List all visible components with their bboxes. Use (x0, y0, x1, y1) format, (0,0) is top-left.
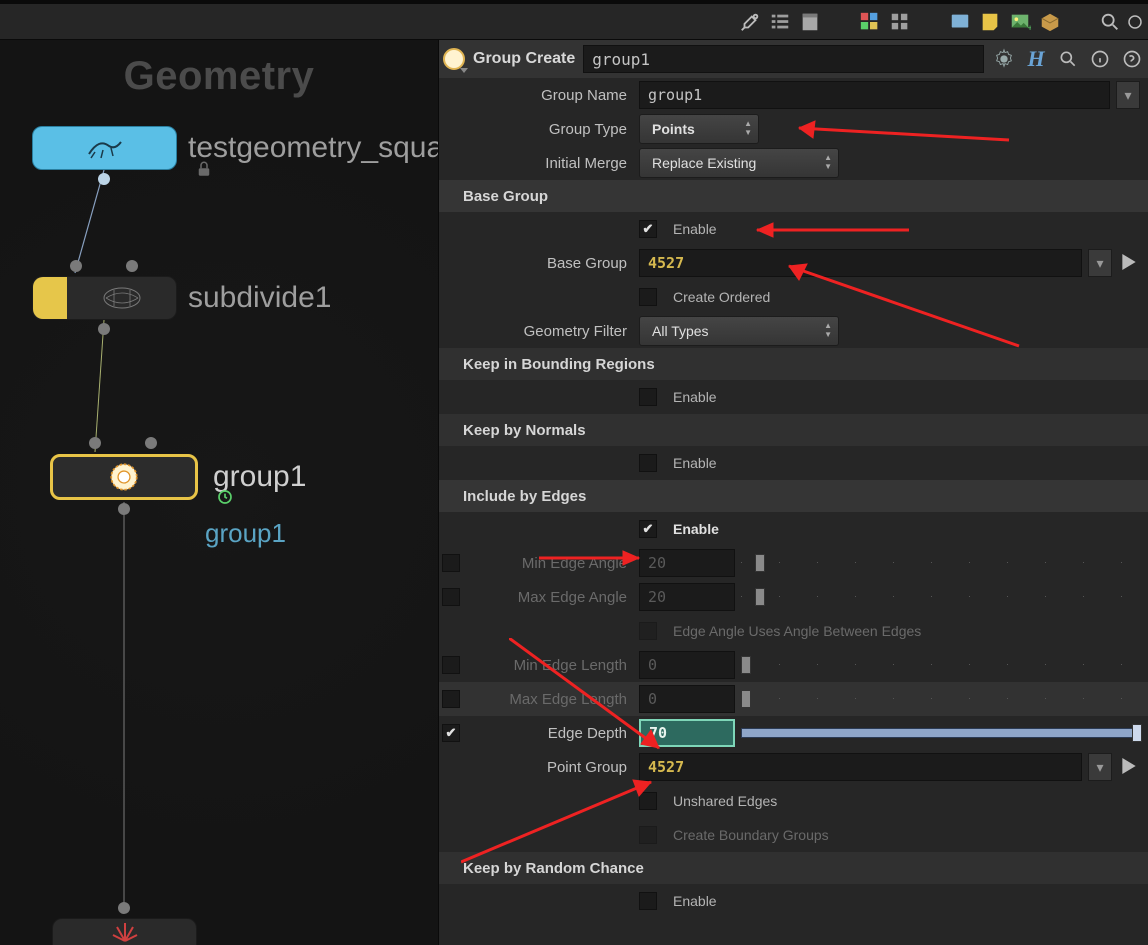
label-max-edge-angle: Max Edge Angle (463, 589, 639, 606)
gear-icon[interactable] (992, 47, 1016, 71)
label-initial-merge: Initial Merge (439, 155, 639, 172)
label-min-edge-angle: Min Edge Angle (463, 555, 639, 572)
svg-text:+: + (1027, 23, 1031, 33)
node-subdivide[interactable]: subdivide1 (32, 276, 177, 320)
base-group-input[interactable] (639, 249, 1082, 277)
time-dependent-icon (217, 489, 233, 508)
min-edge-angle-slider[interactable] (741, 554, 1140, 572)
search-icon[interactable] (1096, 8, 1124, 36)
normals-enable-label: Enable (673, 455, 717, 471)
min-edge-length-toggle[interactable] (442, 656, 460, 674)
point-group-input[interactable] (639, 753, 1082, 781)
bounding-enable-checkbox[interactable] (639, 388, 657, 406)
max-edge-length-input[interactable] (639, 685, 735, 713)
top-toolbar: + (0, 0, 1148, 40)
edge-depth-slider[interactable] (741, 724, 1140, 742)
section-bounding[interactable]: Keep in Bounding Regions (439, 348, 1148, 380)
operator-type-icon[interactable] (443, 48, 465, 70)
normals-enable-checkbox[interactable] (639, 454, 657, 472)
max-edge-length-slider[interactable] (741, 690, 1140, 708)
edges-enable-label: Enable (673, 521, 719, 537)
group-type-value: Points (652, 121, 695, 137)
sticky-note-icon[interactable] (976, 8, 1004, 36)
min-edge-length-input[interactable] (639, 651, 735, 679)
tree-icon[interactable] (766, 8, 794, 36)
max-edge-angle-input[interactable] (639, 583, 735, 611)
min-edge-length-slider[interactable] (741, 656, 1140, 674)
info-icon[interactable] (1088, 47, 1112, 71)
image-icon[interactable]: + (1006, 8, 1034, 36)
search-param-icon[interactable] (1056, 47, 1080, 71)
max-edge-length-toggle[interactable] (442, 690, 460, 708)
package-icon[interactable] (1036, 8, 1064, 36)
label-group-name: Group Name (439, 87, 639, 104)
network-view[interactable]: Geometry testgeometry_squa subdivide1 (0, 40, 438, 945)
point-group-menu[interactable]: ▾ (1088, 753, 1112, 781)
boundary-groups-label: Create Boundary Groups (673, 827, 829, 843)
help-icon[interactable] (1120, 47, 1144, 71)
min-edge-angle-input[interactable] (639, 549, 735, 577)
label-base-group: Base Group (439, 255, 639, 272)
group-name-input[interactable] (639, 81, 1110, 109)
random-enable-label: Enable (673, 893, 717, 909)
initial-merge-value: Replace Existing (652, 155, 756, 171)
spreadsheet-icon[interactable] (796, 8, 824, 36)
unshared-edges-checkbox[interactable] (639, 792, 657, 810)
label-geometry-filter: Geometry Filter (439, 323, 639, 340)
label-edge-depth: Edge Depth (463, 725, 639, 742)
section-edges[interactable]: Include by Edges (439, 480, 1148, 512)
group-visualizer-label: group1 (205, 518, 286, 549)
section-normals[interactable]: Keep by Normals (439, 414, 1148, 446)
parameter-panel: Group Create H Group Name ▾ Group Type P… (438, 40, 1148, 945)
point-group-select-icon[interactable] (1122, 758, 1140, 777)
operator-type-label: Group Create (473, 50, 575, 68)
base-group-menu[interactable]: ▾ (1088, 249, 1112, 277)
label-group-type: Group Type (439, 121, 639, 138)
comment-box-icon[interactable] (946, 8, 974, 36)
node-label: testgeometry_squa (188, 131, 438, 165)
edges-enable-checkbox[interactable] (639, 520, 657, 538)
section-random[interactable]: Keep by Random Chance (439, 852, 1148, 884)
label-min-edge-length: Min Edge Length (463, 657, 639, 674)
random-enable-checkbox[interactable] (639, 892, 657, 910)
operator-name-input[interactable] (583, 45, 984, 73)
max-edge-angle-slider[interactable] (741, 588, 1140, 606)
initial-merge-dropdown[interactable]: Replace Existing ▲▼ (639, 148, 839, 178)
edge-depth-toggle[interactable] (442, 724, 460, 742)
edge-angle-between-checkbox (639, 622, 657, 640)
label-point-group: Point Group (439, 759, 639, 776)
base-group-select-icon[interactable] (1122, 254, 1140, 273)
edge-angle-between-label: Edge Angle Uses Angle Between Edges (673, 623, 921, 639)
help-h-icon[interactable]: H (1024, 47, 1048, 71)
create-ordered-label: Create Ordered (673, 289, 770, 305)
boundary-groups-checkbox (639, 826, 657, 844)
params-header: Group Create H (439, 40, 1148, 78)
grid-icon[interactable] (886, 8, 914, 36)
bounding-enable-label: Enable (673, 389, 717, 405)
view-icon[interactable] (1126, 8, 1144, 36)
group-type-dropdown[interactable]: Points ▲▼ (639, 114, 759, 144)
palette-icon[interactable] (856, 8, 884, 36)
edge-depth-input[interactable] (639, 719, 735, 747)
unshared-edges-label: Unshared Edges (673, 793, 777, 809)
max-edge-angle-toggle[interactable] (442, 588, 460, 606)
node-label: subdivide1 (188, 281, 331, 315)
base-group-enable-checkbox[interactable] (639, 220, 657, 238)
create-ordered-checkbox[interactable] (639, 288, 657, 306)
tools-icon[interactable] (736, 8, 764, 36)
label-max-edge-length: Max Edge Length (463, 691, 639, 708)
group-name-menu[interactable]: ▾ (1116, 81, 1140, 109)
node-group-selected[interactable]: group1 (50, 454, 198, 500)
node-blast[interactable] (52, 918, 197, 945)
section-base-group[interactable]: Base Group (439, 180, 1148, 212)
geometry-filter-dropdown[interactable]: All Types ▲▼ (639, 316, 839, 346)
base-group-enable-label: Enable (673, 221, 717, 237)
geometry-filter-value: All Types (652, 323, 709, 339)
node-testgeometry[interactable]: testgeometry_squa (32, 126, 177, 170)
lock-icon (195, 160, 213, 181)
min-edge-angle-toggle[interactable] (442, 554, 460, 572)
